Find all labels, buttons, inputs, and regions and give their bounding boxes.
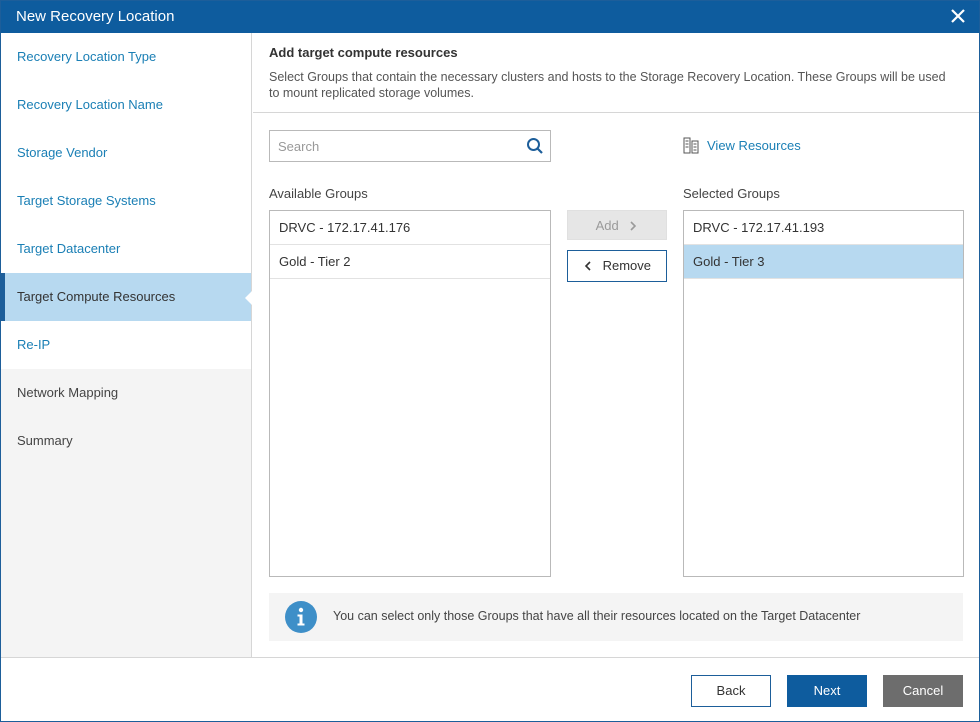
info-banner: You can select only those Groups that ha… bbox=[269, 593, 963, 641]
info-text: You can select only those Groups that ha… bbox=[333, 609, 861, 623]
step-recovery-location-type[interactable]: Recovery Location Type bbox=[1, 33, 251, 81]
step-label: Recovery Location Type bbox=[17, 49, 157, 64]
info-icon bbox=[285, 601, 317, 633]
chevron-right-icon bbox=[628, 212, 638, 231]
search-box bbox=[269, 130, 551, 162]
next-button[interactable]: Next bbox=[787, 675, 867, 707]
dialog-window: New Recovery Location Recovery Location … bbox=[0, 0, 980, 722]
close-icon[interactable] bbox=[949, 7, 967, 25]
step-label: Summary bbox=[17, 433, 73, 448]
back-button[interactable]: Back bbox=[691, 675, 771, 707]
cancel-button[interactable]: Cancel bbox=[883, 675, 963, 707]
search-icon[interactable] bbox=[526, 137, 544, 155]
step-summary: Summary bbox=[1, 417, 251, 465]
step-label: Network Mapping bbox=[17, 385, 119, 400]
step-content: Add target compute resources Select Grou… bbox=[253, 33, 979, 657]
list-item[interactable]: Gold - Tier 2 bbox=[270, 245, 550, 279]
step-label: Recovery Location Name bbox=[17, 97, 163, 112]
server-icon bbox=[683, 137, 699, 154]
step-label: Target Datacenter bbox=[17, 241, 121, 256]
remove-button-label: Remove bbox=[602, 258, 652, 273]
available-groups-list[interactable]: DRVC - 172.17.41.176 Gold - Tier 2 bbox=[269, 210, 551, 577]
step-storage-vendor[interactable]: Storage Vendor bbox=[1, 129, 251, 177]
list-item[interactable]: DRVC - 172.17.41.193 bbox=[684, 211, 963, 245]
wizard-steps-sidebar: Recovery Location Type Recovery Location… bbox=[1, 33, 252, 657]
step-label: Storage Vendor bbox=[17, 145, 108, 160]
active-step-notch bbox=[245, 291, 252, 305]
step-target-datacenter[interactable]: Target Datacenter bbox=[1, 225, 251, 273]
title-bar: New Recovery Location bbox=[1, 1, 979, 33]
step-label: Target Storage Systems bbox=[17, 193, 156, 208]
add-button[interactable]: Add bbox=[567, 210, 667, 240]
step-target-storage-systems[interactable]: Target Storage Systems bbox=[1, 177, 251, 225]
search-input[interactable] bbox=[270, 131, 520, 161]
step-network-mapping: Network Mapping bbox=[1, 369, 251, 417]
step-re-ip[interactable]: Re-IP bbox=[1, 321, 251, 369]
selected-groups-list[interactable]: DRVC - 172.17.41.193 Gold - Tier 3 bbox=[683, 210, 964, 577]
view-resources-label: View Resources bbox=[707, 138, 801, 153]
step-label: Re-IP bbox=[17, 337, 51, 352]
step-target-compute-resources[interactable]: Target Compute Resources bbox=[1, 273, 252, 321]
available-groups-label: Available Groups bbox=[269, 186, 368, 201]
step-title: Add target compute resources bbox=[269, 45, 458, 60]
step-description: Select Groups that contain the necessary… bbox=[269, 70, 946, 100]
remove-button[interactable]: Remove bbox=[567, 250, 667, 282]
step-label: Target Compute Resources bbox=[17, 289, 176, 304]
dialog-footer: Back Next Cancel bbox=[1, 657, 979, 721]
list-item[interactable]: DRVC - 172.17.41.176 bbox=[270, 211, 550, 245]
step-header: Add target compute resources Select Grou… bbox=[253, 33, 979, 113]
chevron-left-icon bbox=[583, 252, 593, 271]
step-recovery-location-name[interactable]: Recovery Location Name bbox=[1, 81, 251, 129]
add-button-label: Add bbox=[595, 218, 619, 233]
dialog-title: New Recovery Location bbox=[16, 8, 175, 25]
selected-groups-label: Selected Groups bbox=[683, 186, 780, 201]
list-item-selected[interactable]: Gold - Tier 3 bbox=[684, 245, 963, 279]
